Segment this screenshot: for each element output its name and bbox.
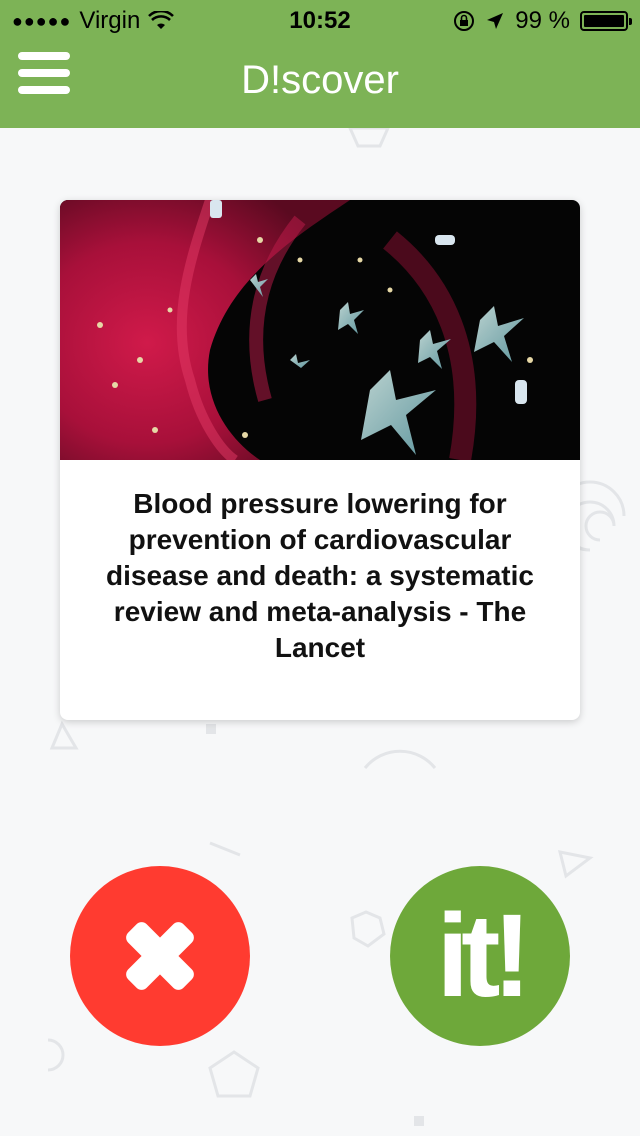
like-it-label: it!	[436, 890, 531, 1022]
article-title: Blood pressure lowering for prevention o…	[106, 488, 534, 663]
status-bar: ●●●●● Virgin 10:52 99 %	[0, 0, 640, 40]
location-arrow-icon	[487, 13, 504, 29]
battery-icon	[580, 11, 632, 31]
article-image	[60, 200, 580, 460]
orientation-lock-icon	[454, 11, 475, 31]
app-header: ●●●●● Virgin 10:52 99 % D!scover	[0, 0, 640, 128]
page-title: D!scover	[241, 58, 399, 102]
like-it-button[interactable]: it!	[390, 866, 570, 1046]
status-right: 99 %	[453, 7, 632, 35]
close-icon	[126, 922, 194, 990]
battery-percentage: 99 %	[515, 7, 570, 34]
reject-button[interactable]	[70, 866, 250, 1046]
article-card[interactable]: Blood pressure lowering for prevention o…	[60, 200, 580, 720]
battery-fill	[584, 15, 624, 27]
